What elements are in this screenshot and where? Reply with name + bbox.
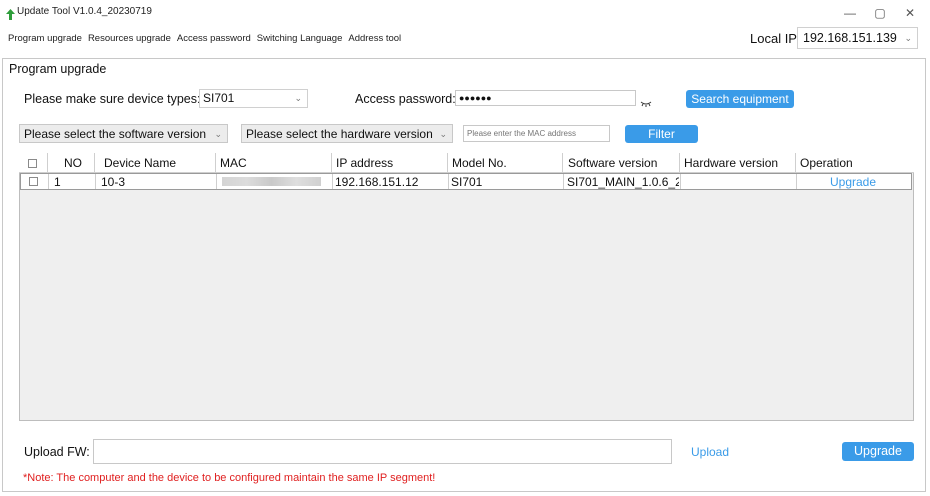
cell-model-no: SI701 xyxy=(451,175,483,189)
header-device-name: Device Name xyxy=(104,156,177,170)
app-icon xyxy=(6,7,15,20)
filter-button[interactable]: Filter xyxy=(625,125,698,143)
device-types-label: Please make sure device types: xyxy=(24,92,201,106)
hardware-version-value: Please select the hardware version xyxy=(246,127,433,141)
group-title: Program upgrade xyxy=(9,62,107,76)
column-divider xyxy=(447,153,448,172)
cell-mac-redacted xyxy=(222,177,321,186)
password-mask: ●●●●●● xyxy=(459,93,492,103)
upload-link[interactable]: Upload xyxy=(691,445,729,459)
chevron-down-icon: ⌄ xyxy=(214,129,222,139)
table-header: NO Device Name MAC IP address Model No. … xyxy=(19,153,914,173)
menu-item-resources-upgrade[interactable]: Resources upgrade xyxy=(88,33,171,44)
access-password-label: Access password: xyxy=(355,92,456,106)
column-divider xyxy=(331,153,332,172)
local-ip-select[interactable]: 192.168.151.139 ⌄ xyxy=(797,27,918,49)
local-ip-value: 192.168.151.139 xyxy=(803,31,897,45)
access-password-field[interactable]: ●●●●●● xyxy=(455,90,636,106)
column-divider xyxy=(563,174,564,189)
close-button[interactable]: ✕ xyxy=(899,4,921,22)
column-divider xyxy=(332,174,333,189)
row-checkbox[interactable] xyxy=(29,177,38,186)
column-divider xyxy=(795,153,796,172)
chevron-down-icon: ⌄ xyxy=(904,33,912,43)
header-ip-address: IP address xyxy=(336,156,394,170)
column-divider xyxy=(679,153,680,172)
window-title: Update Tool V1.0.4_20230719 xyxy=(17,6,152,17)
menu-item-address-tool[interactable]: Address tool xyxy=(348,33,401,44)
column-divider xyxy=(95,174,96,189)
software-version-value: Please select the software version xyxy=(24,127,207,141)
header-model-no: Model No. xyxy=(452,156,507,170)
upgrade-button[interactable]: Upgrade xyxy=(842,442,914,461)
column-divider xyxy=(48,174,49,189)
header-mac: MAC xyxy=(220,156,247,170)
hardware-version-select[interactable]: Please select the hardware version ⌄ xyxy=(241,124,453,143)
table-row[interactable]: 1 10-3 192.168.151.12 SI701 SI701_MAIN_1… xyxy=(20,173,912,190)
column-divider xyxy=(562,153,563,172)
column-divider xyxy=(680,174,681,189)
row-upgrade-link[interactable]: Upgrade xyxy=(830,175,876,189)
header-hardware-version: Hardware version xyxy=(684,156,779,170)
column-divider xyxy=(216,174,217,189)
cell-no: 1 xyxy=(54,175,61,189)
header-no: NO xyxy=(64,156,82,170)
header-operation: Operation xyxy=(800,156,853,170)
cell-device-name: 10-3 xyxy=(101,175,126,189)
column-divider xyxy=(215,153,216,172)
eye-closed-icon[interactable] xyxy=(640,95,652,107)
device-type-select[interactable]: SI701 ⌄ xyxy=(199,89,308,108)
column-divider xyxy=(94,153,95,172)
column-divider xyxy=(796,174,797,189)
search-equipment-button[interactable]: Search equipment xyxy=(686,90,794,108)
menu-bar: Program upgrade Resources upgrade Access… xyxy=(8,33,401,44)
minimize-button[interactable]: — xyxy=(839,4,861,22)
device-type-value: SI701 xyxy=(203,91,235,105)
cell-ip-address: 192.168.151.12 xyxy=(335,175,419,189)
menu-item-switching-language[interactable]: Switching Language xyxy=(257,33,343,44)
column-divider xyxy=(448,174,449,189)
ip-segment-note: *Note: The computer and the device to be… xyxy=(23,472,436,484)
column-divider xyxy=(47,153,48,172)
upload-fw-input[interactable] xyxy=(93,439,672,464)
device-table xyxy=(19,153,914,421)
chevron-down-icon: ⌄ xyxy=(294,93,302,103)
title-bar: Update Tool V1.0.4_20230719 — ▢ ✕ xyxy=(0,0,930,26)
upload-fw-label: Upload FW: xyxy=(24,445,90,459)
restore-button[interactable]: ▢ xyxy=(869,4,891,22)
select-all-checkbox[interactable] xyxy=(28,159,37,168)
header-software-version: Software version xyxy=(568,156,658,170)
chevron-down-icon: ⌄ xyxy=(439,129,447,139)
local-ip-label: Local IP: xyxy=(750,31,801,46)
menu-item-program-upgrade[interactable]: Program upgrade xyxy=(8,33,82,44)
cell-software-version: SI701_MAIN_1.0.6_20 xyxy=(567,175,679,189)
software-version-select[interactable]: Please select the software version ⌄ xyxy=(19,124,228,143)
menu-item-access-password[interactable]: Access password xyxy=(177,33,251,44)
mac-address-input[interactable] xyxy=(463,125,610,142)
